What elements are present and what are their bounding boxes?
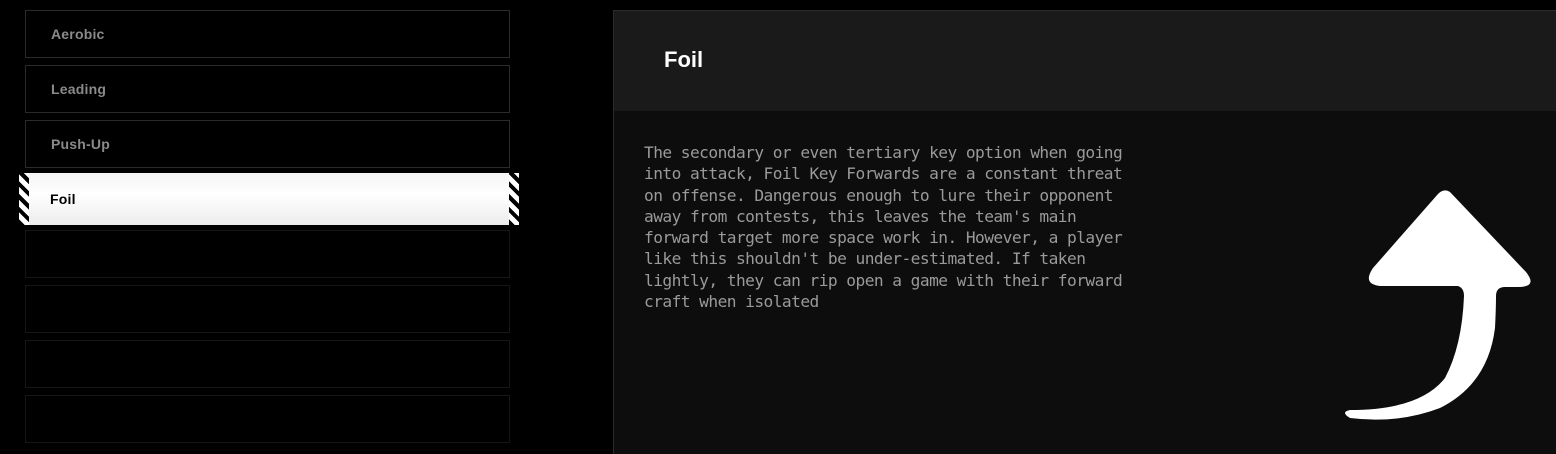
role-item-empty-slot [25,230,510,278]
role-title: Foil [664,47,704,72]
role-item-empty-slot [25,285,510,333]
role-item-push-up[interactable]: Push-Up [25,120,510,168]
role-item-empty-slot [25,340,510,388]
hatch-edge-right [509,173,519,225]
curved-up-arrow-icon [1345,190,1531,420]
hatch-edge-left [19,173,29,225]
role-description: The secondary or even tertiary key optio… [644,143,1123,312]
selection-highlight [27,173,511,225]
role-item-label: Leading [51,81,107,97]
role-item-aerobic[interactable]: Aerobic [25,10,510,58]
role-detail-header: Foil [614,11,1556,111]
role-selection-screen: Aerobic Leading Push-Up Foil Foil The se… [0,0,1556,454]
role-item-label: Foil [50,191,76,207]
role-item-label: Aerobic [51,26,105,42]
role-item-empty-slot [25,395,510,443]
role-item-label: Push-Up [51,136,110,152]
role-list: Aerobic Leading Push-Up Foil [19,10,519,454]
role-item-leading[interactable]: Leading [25,65,510,113]
role-item-foil[interactable]: Foil [19,173,519,225]
